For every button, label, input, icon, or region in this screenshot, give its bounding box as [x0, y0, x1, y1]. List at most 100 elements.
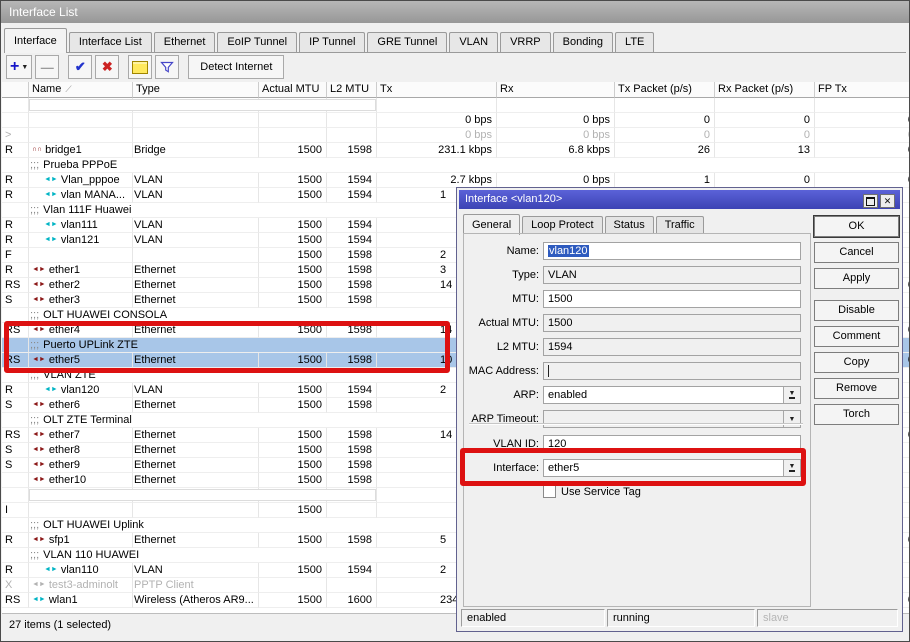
row-l2-cell: 1594 [327, 188, 377, 203]
chevron-down-icon: ▼ [21, 64, 28, 71]
row-tx-cell: 0 bps [377, 113, 497, 128]
comment-row[interactable]: ;;;Prueba PPPoE [2, 158, 910, 173]
tab-vlan[interactable]: VLAN [449, 32, 498, 52]
row-name-cell: ◄►vlan MANA... [29, 188, 133, 203]
row-amtu-cell: 1500 [259, 188, 327, 203]
use-service-tag-row[interactable]: Use Service Tag [543, 485, 641, 498]
row-l2-cell: 1594 [327, 563, 377, 578]
remove-button[interactable]: — [35, 55, 59, 79]
selected-text: vlan120 [548, 245, 589, 257]
tx-value-partial: 3 [440, 263, 446, 277]
interface-name: ether7 [49, 429, 80, 441]
window-titlebar[interactable]: Interface List [1, 1, 909, 23]
column-header-rx[interactable]: Rx [497, 82, 615, 98]
use-service-tag-checkbox[interactable] [543, 485, 556, 498]
row-rxp-cell: 0 [715, 128, 815, 143]
table-row[interactable] [2, 98, 910, 113]
row-fp-cell: 0 [815, 143, 910, 158]
field-arp-input[interactable]: enabled▼ [543, 386, 801, 404]
tx-value-partial: 14 [440, 278, 452, 292]
row-fp-cell: 0 [815, 173, 910, 188]
dialog-tab-traffic[interactable]: Traffic [656, 216, 704, 234]
tab-bonding[interactable]: Bonding [553, 32, 613, 52]
column-header-tx[interactable]: Tx [377, 82, 497, 98]
tab-ethernet[interactable]: Ethernet [154, 32, 216, 52]
column-header-l2[interactable]: L2 MTU [327, 82, 377, 98]
column-header-rxp[interactable]: Rx Packet (p/s) [715, 82, 815, 98]
copy-button[interactable]: Copy [814, 352, 899, 373]
interface-name: ether3 [49, 294, 80, 306]
field-label-actual-mtu-: Actual MTU: [461, 317, 539, 329]
dialog-tab-status[interactable]: Status [605, 216, 654, 234]
interface-name: ether1 [49, 264, 80, 276]
torch-button[interactable]: Torch [814, 404, 899, 425]
disable-button[interactable]: Disable [814, 300, 899, 321]
field-actual-mtu-input[interactable]: 1500 [543, 314, 801, 332]
table-row[interactable]: R∩∩bridge1Bridge15001598231.1 kbps6.8 kb… [2, 143, 910, 158]
tab-gre-tunnel[interactable]: GRE Tunnel [367, 32, 447, 52]
column-header-amtu[interactable]: Actual MTU [259, 82, 327, 98]
field-l2-mtu-input[interactable]: 1594 [543, 338, 801, 356]
row-rxp-cell: 0 [715, 113, 815, 128]
field-name-input[interactable]: vlan120 [543, 242, 801, 260]
tab-eoip-tunnel[interactable]: EoIP Tunnel [217, 32, 297, 52]
row-type-cell: VLAN [133, 383, 259, 398]
close-icon[interactable]: ✕ [880, 194, 895, 208]
filter-button[interactable] [155, 55, 179, 79]
dialog-titlebar[interactable]: Interface <vlan120> ✕ [459, 190, 900, 209]
maximize-button[interactable] [863, 194, 878, 208]
tx-value-partial: 14 [440, 428, 452, 442]
chevron-down-icon: ▼ [789, 391, 796, 399]
comment-button[interactable]: Comment [814, 326, 899, 347]
field-arp-timeout-input[interactable]: ▼ [543, 410, 801, 428]
column-header-type[interactable]: Type [133, 82, 259, 98]
comment-dots: ;;; [30, 204, 39, 216]
table-row[interactable]: 0 bps0 bps000 [2, 113, 910, 128]
remove-button[interactable]: Remove [814, 378, 899, 399]
row-tx-cell [377, 98, 497, 113]
row-name-cell [29, 128, 133, 143]
dialog-tab-general[interactable]: General [463, 214, 520, 235]
table-row[interactable]: R◄►Vlan_pppoeVLAN150015942.7 kbps0 bps10… [2, 173, 910, 188]
row-flag-cell: RS [2, 593, 29, 608]
column-header-txp[interactable]: Tx Packet (p/s) [615, 82, 715, 98]
row-l2-cell: 1598 [327, 443, 377, 458]
row-type-cell: Ethernet [133, 398, 259, 413]
column-header-name[interactable]: Name⟋ [29, 82, 133, 98]
row-name-cell: ◄►ether10 [29, 473, 133, 488]
tab-interface[interactable]: Interface [4, 28, 67, 53]
row-fp-cell [815, 98, 910, 113]
tab-vrrp[interactable]: VRRP [500, 32, 551, 52]
interface-name: vlan120 [61, 384, 100, 396]
row-l2-cell: 1594 [327, 218, 377, 233]
disable-button[interactable]: ✖ [95, 55, 119, 79]
tab-lte[interactable]: LTE [615, 32, 654, 52]
tx-value-partial: 2 [440, 563, 446, 577]
field-mac-address-input[interactable] [543, 362, 801, 380]
tab-interface-list[interactable]: Interface List [69, 32, 152, 52]
column-header-fp[interactable]: FP Tx [815, 82, 910, 98]
dialog-tab-loop-protect[interactable]: Loop Protect [522, 216, 602, 234]
add-button[interactable]: + ▼ [6, 55, 32, 79]
dropdown-arrow-button[interactable]: ▼ [783, 387, 800, 403]
tab-ip-tunnel[interactable]: IP Tunnel [299, 32, 365, 52]
row-txp-cell: 0 [615, 128, 715, 143]
detect-internet-button[interactable]: Detect Internet [188, 55, 284, 79]
dialog-title: Interface <vlan120> [465, 193, 562, 205]
field-type-input[interactable]: VLAN [543, 266, 801, 284]
row-name-cell: ◄►wlan1 [29, 593, 133, 608]
apply-button[interactable]: Apply [814, 268, 899, 289]
enable-button[interactable]: ✔ [68, 55, 92, 79]
ok-button[interactable]: OK [814, 216, 899, 237]
field-separator [469, 423, 803, 425]
row-name-cell: ◄►Vlan_pppoe [29, 173, 133, 188]
comment-dots: ;;; [30, 519, 39, 531]
row-rxp-cell: 0 [715, 173, 815, 188]
row-amtu-cell: 1500 [259, 428, 327, 443]
field-mtu-input[interactable]: 1500 [543, 290, 801, 308]
dialog-status-slave: slave [757, 609, 898, 627]
row-flag-cell: S [2, 458, 29, 473]
table-row[interactable]: >0 bps0 bps000 [2, 128, 910, 143]
cancel-button[interactable]: Cancel [814, 242, 899, 263]
comment-button[interactable] [128, 55, 152, 79]
